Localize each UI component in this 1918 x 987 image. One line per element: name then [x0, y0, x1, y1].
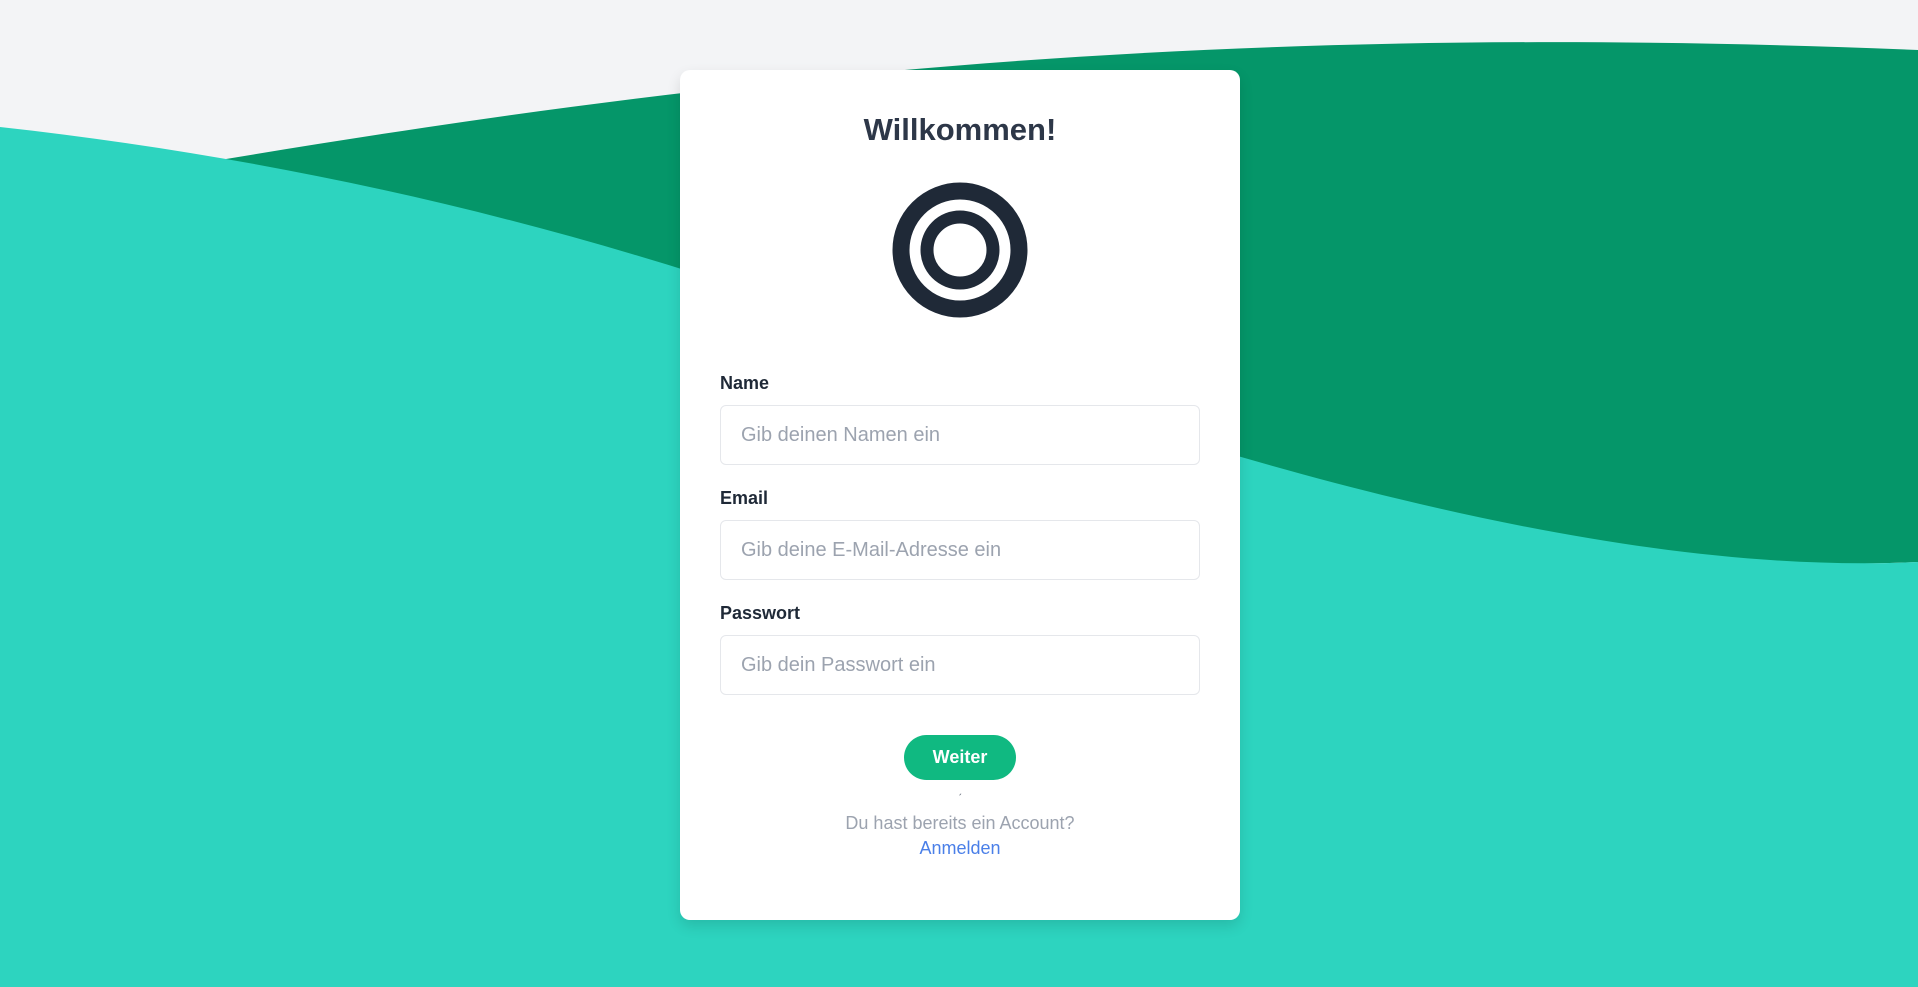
email-input[interactable]	[720, 520, 1200, 580]
name-label: Name	[720, 373, 770, 393]
account-prompt-text: Du hast bereits ein Account?	[845, 813, 1075, 833]
continue-button[interactable]: Weiter	[904, 735, 1016, 780]
concentric-circles-icon	[892, 182, 1028, 318]
email-label: Email	[720, 488, 769, 508]
decorative-mark: ˏ	[958, 782, 962, 796]
login-link[interactable]: Anmelden	[680, 838, 1240, 859]
name-input[interactable]	[720, 405, 1200, 465]
page-title: Willkommen!	[863, 112, 1057, 147]
password-label: Passwort	[720, 603, 801, 623]
signup-card: Willkommen! Name Email Passwort Weiter ˏ…	[680, 70, 1240, 920]
password-input[interactable]	[720, 635, 1200, 695]
